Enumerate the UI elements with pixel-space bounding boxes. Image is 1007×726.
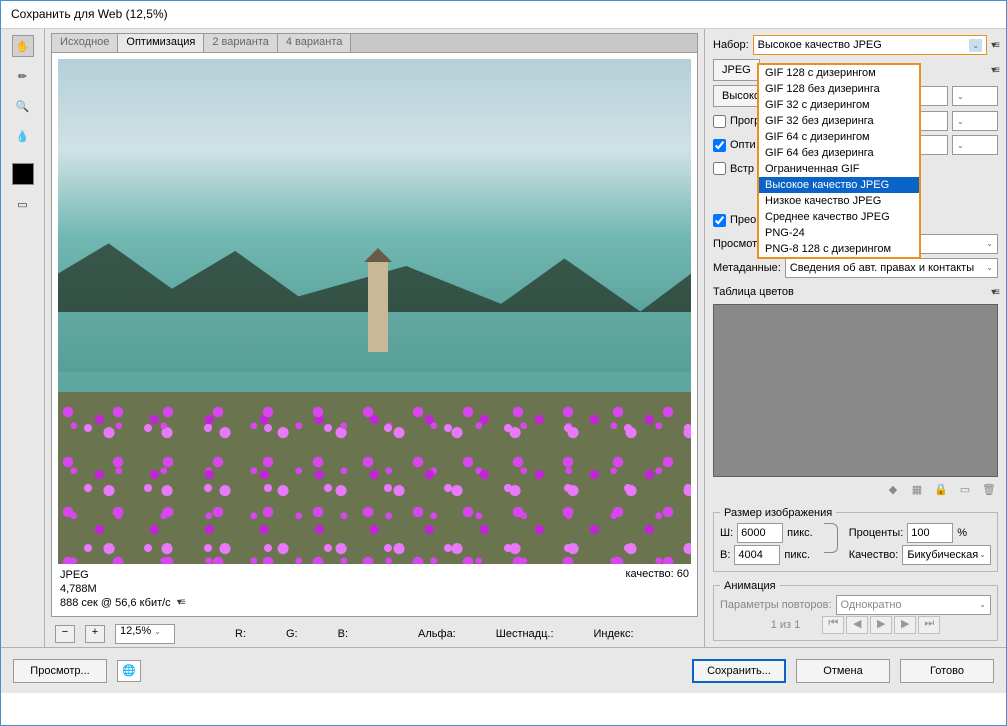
anim-play-icon: ▶	[870, 616, 892, 634]
r-label: R:	[235, 628, 246, 640]
save-button[interactable]: Сохранить...	[692, 659, 786, 683]
preview-size: 4,788M	[60, 582, 184, 596]
slice-visibility-icon[interactable]: ▭	[12, 193, 34, 215]
anim-prev-icon: ◀	[846, 616, 868, 634]
ct-trash-icon[interactable]: 🗑	[980, 483, 998, 499]
color-table	[713, 304, 998, 477]
constrain-link-icon[interactable]	[824, 523, 838, 553]
preset-dropdown[interactable]: GIF 128 с дизерингомGIF 128 без дизеринг…	[757, 63, 921, 259]
color-table-menu-icon[interactable]: ▾≡	[991, 287, 998, 298]
metadata-label: Метаданные:	[713, 262, 781, 274]
hand-tool-icon[interactable]: ✋	[12, 35, 34, 57]
eyedropper-tool-icon[interactable]: 💧	[12, 125, 34, 147]
view-tabs: Исходное Оптимизация 2 варианта 4 вариан…	[51, 33, 698, 53]
browser-icon[interactable]: 🌐	[117, 660, 141, 682]
anim-next-icon: ▶	[894, 616, 916, 634]
width-input[interactable]	[737, 523, 783, 543]
loop-label: Параметры повторов:	[720, 599, 832, 611]
optimize-menu-icon[interactable]: ▾≡	[991, 65, 998, 76]
zoom-out-button[interactable]: −	[55, 625, 75, 643]
preset-option[interactable]: GIF 64 с дизерингом	[759, 129, 919, 145]
color-swatch[interactable]	[12, 163, 34, 185]
preset-select[interactable]: Высокое качество JPEG⌄	[753, 35, 987, 55]
zoom-select[interactable]: 12,5% ⌄	[115, 624, 175, 644]
slice-tool-icon[interactable]: ✏	[12, 65, 34, 87]
percent-input[interactable]	[907, 523, 953, 543]
tab-4up[interactable]: 4 варианта	[278, 34, 352, 52]
tool-strip: ✋ ✏ 🔍 💧 ▭	[1, 29, 45, 647]
preset-option[interactable]: Низкое качество JPEG	[759, 193, 919, 209]
b-label: B:	[338, 628, 348, 640]
preset-menu-icon[interactable]: ▾≡	[991, 40, 998, 51]
g-label: G:	[286, 628, 298, 640]
preview-format: JPEG	[60, 568, 184, 582]
preset-option[interactable]: Высокое качество JPEG	[759, 177, 919, 193]
loop-select: Однократно⌄	[836, 595, 991, 615]
blur-slider[interactable]: ⌄	[952, 111, 998, 131]
ct-map-icon[interactable]: ▦	[908, 483, 926, 499]
zoom-in-button[interactable]: +	[85, 625, 105, 643]
tab-original[interactable]: Исходное	[52, 34, 118, 52]
preview-quality: качество: 60	[625, 568, 689, 610]
ct-new-icon[interactable]: ▭	[956, 483, 974, 499]
progressive-checkbox[interactable]	[713, 115, 726, 128]
preset-option[interactable]: PNG-8 128 с дизерингом	[759, 241, 919, 257]
frame-indicator: 1 из 1	[771, 619, 801, 631]
tab-2up[interactable]: 2 варианта	[204, 34, 278, 52]
cancel-button[interactable]: Отмена	[796, 659, 890, 683]
anim-last-icon: ⏭	[918, 616, 940, 634]
index-label: Индекс:	[594, 628, 634, 640]
done-button[interactable]: Готово	[900, 659, 994, 683]
resample-select[interactable]: Бикубическая⌄	[902, 545, 991, 565]
zoom-tool-icon[interactable]: 🔍	[12, 95, 34, 117]
window-title: Сохранить для Web (12,5%)	[1, 1, 1006, 29]
preset-option[interactable]: PNG-24	[759, 225, 919, 241]
convert-srgb-checkbox[interactable]	[713, 214, 726, 227]
preset-option[interactable]: GIF 128 без дизеринга	[759, 81, 919, 97]
tab-optimized[interactable]: Оптимизация	[118, 34, 204, 52]
hex-label: Шестнадц.:	[496, 628, 554, 640]
preset-option[interactable]: Ограниченная GIF	[759, 161, 919, 177]
image-preview[interactable]	[58, 59, 691, 564]
info-bar: − + 12,5% ⌄ R: G: B: Альфа: Шестнадц.: И…	[51, 621, 698, 647]
preview-menu-icon[interactable]: ▾≡	[177, 596, 184, 610]
ct-lock-icon[interactable]: 🔒	[932, 483, 950, 499]
preset-option[interactable]: GIF 32 с дизерингом	[759, 97, 919, 113]
matte-select[interactable]: ⌄	[952, 135, 998, 155]
embed-profile-checkbox[interactable]	[713, 162, 726, 175]
alpha-label: Альфа:	[418, 628, 456, 640]
ct-snap-icon[interactable]: ◆	[884, 483, 902, 499]
metadata-select[interactable]: Сведения об авт. правах и контакты⌄	[785, 258, 998, 278]
format-button[interactable]: JPEG	[713, 59, 760, 81]
animation-group: Анимация Параметры повторов: Однократно⌄…	[713, 580, 998, 641]
height-input[interactable]	[734, 545, 780, 565]
preset-option[interactable]: Среднее качество JPEG	[759, 209, 919, 225]
preset-option[interactable]: GIF 32 без дизеринга	[759, 113, 919, 129]
optimized-checkbox[interactable]	[713, 139, 726, 152]
preview-timing: 888 сек @ 56,6 кбит/с	[60, 596, 171, 610]
anim-first-icon: ⏮	[822, 616, 844, 634]
preset-label: Набор:	[713, 39, 749, 51]
quality-slider[interactable]: ⌄	[952, 86, 998, 106]
image-size-group: Размер изображения Ш: пикс. В: пикс.	[713, 507, 998, 572]
color-table-label: Таблица цветов	[713, 286, 794, 298]
preset-option[interactable]: GIF 128 с дизерингом	[759, 65, 919, 81]
preview-button[interactable]: Просмотр...	[13, 659, 107, 683]
preset-option[interactable]: GIF 64 без дизеринга	[759, 145, 919, 161]
animation-label: Анимация	[720, 580, 780, 592]
image-size-label: Размер изображения	[720, 507, 836, 519]
